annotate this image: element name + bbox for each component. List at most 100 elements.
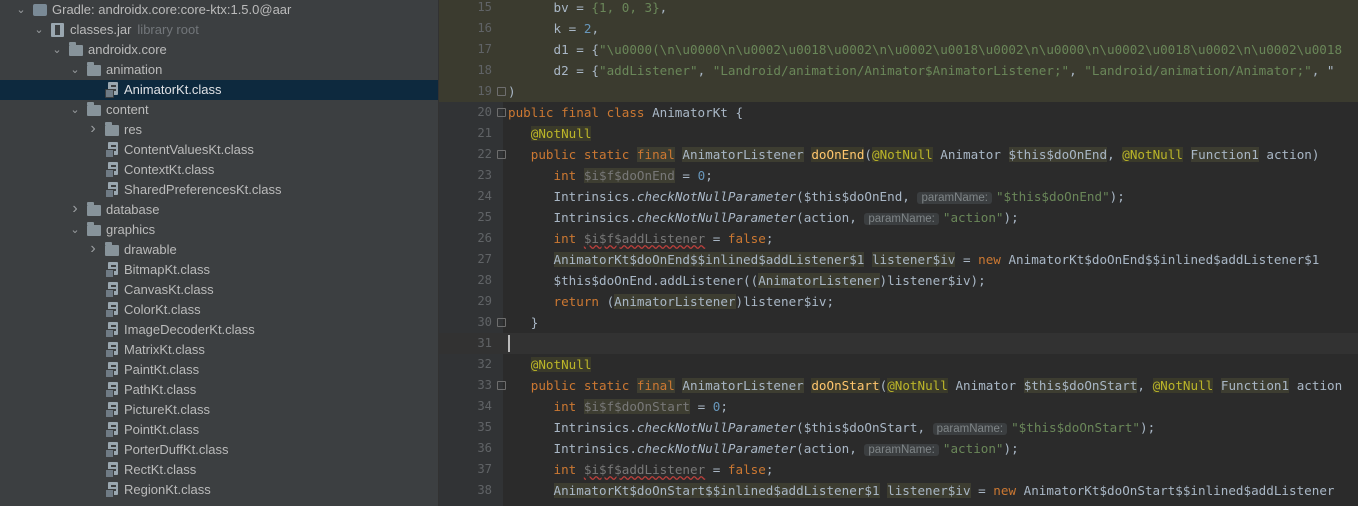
tree-item-animation[interactable]: ⌄ animation — [0, 60, 438, 80]
chevron-right-icon[interactable]: › — [68, 200, 82, 220]
tree-item-database[interactable]: › database — [0, 200, 438, 220]
code-line[interactable]: 38 AnimatorKt$doOnStart$$inlined$addList… — [439, 480, 1358, 501]
tree-item-pathkt-class[interactable]: PathKt.class — [0, 380, 438, 400]
code-token: , — [1069, 63, 1085, 78]
class-file-icon — [105, 402, 120, 418]
chevron-right-icon[interactable]: › — [86, 240, 100, 260]
code-line[interactable]: 35 Intrinsics.checkNotNullParameter($thi… — [439, 417, 1358, 438]
tree-item-content[interactable]: ⌄ content — [0, 100, 438, 120]
tree-item-label: PointKt.class — [124, 422, 200, 437]
code-line[interactable]: 25 Intrinsics.checkNotNullParameter(acti… — [439, 207, 1358, 228]
tree-item-classes-jar[interactable]: ⌄ classes.jar library root — [0, 20, 438, 40]
chevron-down-icon[interactable]: ⌄ — [68, 100, 82, 120]
fold-marker-icon[interactable] — [497, 318, 506, 327]
tree-item-label: PaintKt.class — [124, 362, 200, 377]
code-token: AnimatorListener — [682, 147, 804, 162]
tree-item-animatorkt-class[interactable]: AnimatorKt.class — [0, 80, 438, 100]
code-line[interactable]: 15 bv = {1, 0, 3}, — [439, 0, 1358, 18]
code-token: doOnEnd — [811, 147, 865, 162]
tree-item-picturekt-class[interactable]: PictureKt.class — [0, 400, 438, 420]
tree-item-rectkt-class[interactable]: RectKt.class — [0, 460, 438, 480]
tree-item-contentvalueskt-class[interactable]: ContentValuesKt.class — [0, 140, 438, 160]
chevron-down-icon[interactable]: ⌄ — [50, 40, 64, 60]
code-line[interactable]: 23 int $i$f$doOnEnd = 0; — [439, 165, 1358, 186]
code-line[interactable]: 17 d1 = {"\u0000(\n\u0000\n\u0002\u0018\… — [439, 39, 1358, 60]
tree-item-matrixkt-class[interactable]: MatrixKt.class — [0, 340, 438, 360]
code-text: int $i$f$addListener = false; — [508, 228, 774, 249]
tree-item-bitmapkt-class[interactable]: BitmapKt.class — [0, 260, 438, 280]
code-line[interactable]: 33 public static final AnimatorListener … — [439, 375, 1358, 396]
chevron-down-icon[interactable]: ⌄ — [68, 220, 82, 240]
line-number: 29 — [477, 294, 492, 308]
tree-item-graphics[interactable]: ⌄ graphics — [0, 220, 438, 240]
code-text: $this$doOnEnd.addListener((AnimatorListe… — [508, 270, 986, 291]
code-line[interactable]: 30 } — [439, 312, 1358, 333]
code-line[interactable]: 21 @NotNull — [439, 123, 1358, 144]
line-number: 15 — [477, 0, 492, 14]
fold-marker-icon[interactable] — [497, 108, 506, 117]
fold-marker-icon[interactable] — [497, 87, 506, 96]
code-line[interactable]: 19) — [439, 81, 1358, 102]
code-token: checkNotNullParameter — [636, 189, 797, 204]
code-line[interactable]: 34 int $i$f$doOnStart = 0; — [439, 396, 1358, 417]
tree-item-label: Gradle: androidx.core:core-ktx:1.5.0@aar — [52, 2, 292, 17]
code-line[interactable]: 26 int $i$f$addListener = false; — [439, 228, 1358, 249]
line-number: 18 — [477, 63, 492, 77]
code-token: )listener$iv); — [879, 273, 986, 288]
code-line[interactable]: 31 — [439, 333, 1358, 354]
code-line[interactable]: 29 return (AnimatorListener)listener$iv; — [439, 291, 1358, 312]
code-token: $this$doOnEnd.addListener(( — [553, 273, 759, 288]
tree-item-label: database — [106, 202, 160, 217]
tree-item-regionkt-class[interactable]: RegionKt.class — [0, 480, 438, 500]
code-line[interactable]: 16 k = 2, — [439, 18, 1358, 39]
tree-item-canvaskt-class[interactable]: CanvasKt.class — [0, 280, 438, 300]
tree-item-sharedpreferenceskt-class[interactable]: SharedPreferencesKt.class — [0, 180, 438, 200]
tree-item-colorkt-class[interactable]: ColorKt.class — [0, 300, 438, 320]
line-number: 34 — [477, 399, 492, 413]
tree-item-res[interactable]: › res — [0, 120, 438, 140]
tree-item-label: classes.jar library root — [70, 22, 199, 37]
chevron-down-icon[interactable]: ⌄ — [32, 20, 46, 40]
tree-item-drawable[interactable]: › drawable — [0, 240, 438, 260]
tree-item-label: androidx.core — [88, 42, 167, 57]
code-text: Intrinsics.checkNotNullParameter(action,… — [508, 207, 1019, 230]
code-token: ($this$doOnStart, — [796, 420, 933, 435]
tree-item-label: ImageDecoderKt.class — [124, 322, 255, 337]
tree-item-label: MatrixKt.class — [124, 342, 205, 357]
code-line[interactable]: 24 Intrinsics.checkNotNullParameter($thi… — [439, 186, 1358, 207]
fold-marker-icon[interactable] — [497, 150, 506, 159]
tree-item-label: drawable — [124, 242, 177, 257]
code-line[interactable]: 28 $this$doOnEnd.addListener((AnimatorLi… — [439, 270, 1358, 291]
code-editor[interactable]: 15 bv = {1, 0, 3}, 16 k = 2, 17 d1 = {"\u0… — [439, 0, 1358, 506]
tree-item-porterduffkt-class[interactable]: PorterDuffKt.class — [0, 440, 438, 460]
code-token: = — [690, 399, 713, 414]
chevron-right-icon[interactable]: › — [86, 120, 100, 140]
code-line[interactable]: 37 int $i$f$addListener = false; — [439, 459, 1358, 480]
code-line[interactable]: 27 AnimatorKt$doOnEnd$$inlined$addListen… — [439, 249, 1358, 270]
code-token: AnimatorKt { — [652, 105, 744, 120]
tree-item-label: RectKt.class — [124, 462, 197, 477]
tree-item-paintkt-class[interactable]: PaintKt.class — [0, 360, 438, 380]
code-line[interactable]: 20 public final class AnimatorKt { — [439, 102, 1358, 123]
tree-item-contextkt-class[interactable]: ContextKt.class — [0, 160, 438, 180]
chevron-down-icon[interactable]: ⌄ — [14, 0, 28, 20]
code-token: listener$iv — [871, 252, 956, 267]
code-token: public static — [530, 147, 637, 162]
package-folder-icon — [87, 222, 101, 236]
code-token: = — [970, 483, 994, 498]
line-number: 31 — [477, 336, 492, 350]
code-line[interactable]: 32 @NotNull — [439, 354, 1358, 375]
code-line[interactable]: 22 public static final AnimatorListener … — [439, 144, 1358, 165]
fold-marker-icon[interactable] — [497, 381, 506, 390]
code-line[interactable]: 18 d2 = {"addListener", "Landroid/animat… — [439, 60, 1358, 81]
tree-item-imagedecoderkt-class[interactable]: ImageDecoderKt.class — [0, 320, 438, 340]
tree-item-gradle-androidx-core-core-ktx-1-5-0-aar[interactable]: ⌄ Gradle: androidx.core:core-ktx:1.5.0@aa… — [0, 0, 438, 20]
chevron-down-icon[interactable]: ⌄ — [68, 60, 82, 80]
code-line[interactable]: 36 Intrinsics.checkNotNullParameter(acti… — [439, 438, 1358, 459]
tree-item-androidx-core[interactable]: ⌄ androidx.core — [0, 40, 438, 60]
code-token: @NotNull — [872, 147, 933, 162]
tree-item-pointkt-class[interactable]: PointKt.class — [0, 420, 438, 440]
